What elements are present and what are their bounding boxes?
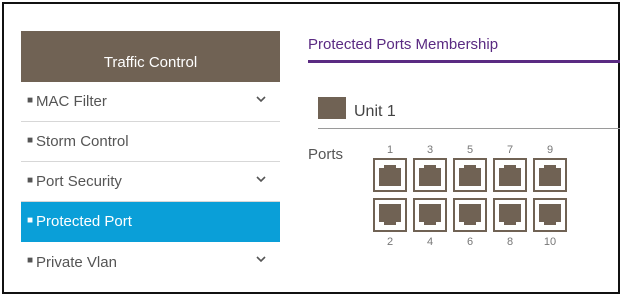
port-number: 5 [466,144,474,156]
port-5[interactable] [453,158,487,192]
chevron-down-icon[interactable] [256,255,266,263]
port-number: 6 [466,236,474,248]
sidebar-item-protected-port[interactable]: ■ Protected Port [21,202,280,242]
bullet-icon: ■ [27,94,34,106]
ethernet-port-icon [379,204,401,225]
port-number: 8 [506,236,514,248]
port-2[interactable] [373,198,407,232]
chevron-down-icon[interactable] [256,95,266,103]
sidebar-item-port-security[interactable]: ■ Port Security [21,162,280,202]
ethernet-port-icon [419,204,441,225]
ethernet-port-icon [419,165,441,186]
port-number: 9 [546,144,554,156]
bullet-icon: ■ [27,214,34,226]
title-underline [308,60,620,63]
port-1[interactable] [373,158,407,192]
chevron-down-icon[interactable] [256,175,266,183]
ethernet-port-icon [459,165,481,186]
sidebar-header: Traffic Control [21,31,280,82]
port-number: 10 [543,236,557,248]
port-number: 1 [386,144,394,156]
sidebar: Traffic Control ■ MAC Filter ■ Storm Con… [21,31,280,282]
unit-divider [318,128,620,129]
ports-label: Ports [308,146,344,163]
port-3[interactable] [413,158,447,192]
sidebar-item-label: Storm Control [36,133,129,150]
ethernet-port-icon [539,204,561,225]
sidebar-header-title: Traffic Control [103,54,198,71]
port-4[interactable] [413,198,447,232]
port-8[interactable] [493,198,527,232]
port-number: 2 [386,236,394,248]
ethernet-port-icon [379,165,401,186]
port-number: 7 [506,144,514,156]
ethernet-port-icon [459,204,481,225]
port-10[interactable] [533,198,567,232]
page-title: Protected Ports Membership [308,36,499,53]
sidebar-item-label: Private Vlan [36,253,117,271]
port-number: 4 [426,236,434,248]
port-7[interactable] [493,158,527,192]
sidebar-item-label: Port Security [36,173,122,190]
unit-square-icon [318,97,346,119]
port-number: 3 [426,144,434,156]
ethernet-port-icon [499,165,521,186]
bullet-icon: ■ [27,174,34,186]
ethernet-port-icon [499,204,521,225]
unit-row[interactable]: Unit 1 [318,95,396,120]
bullet-icon: ■ [27,134,34,146]
sidebar-item-private-vlan[interactable]: ■ Private Vlan [21,242,280,282]
sidebar-item-storm-control[interactable]: ■ Storm Control [21,122,280,162]
port-9[interactable] [533,158,567,192]
bullet-icon: ■ [27,255,34,266]
sidebar-item-label: MAC Filter [36,93,107,110]
unit-label: Unit 1 [354,103,396,120]
sidebar-item-mac-filter[interactable]: ■ MAC Filter [21,82,280,122]
ethernet-port-icon [539,165,561,186]
sidebar-item-label: Protected Port [36,213,132,230]
port-6[interactable] [453,198,487,232]
